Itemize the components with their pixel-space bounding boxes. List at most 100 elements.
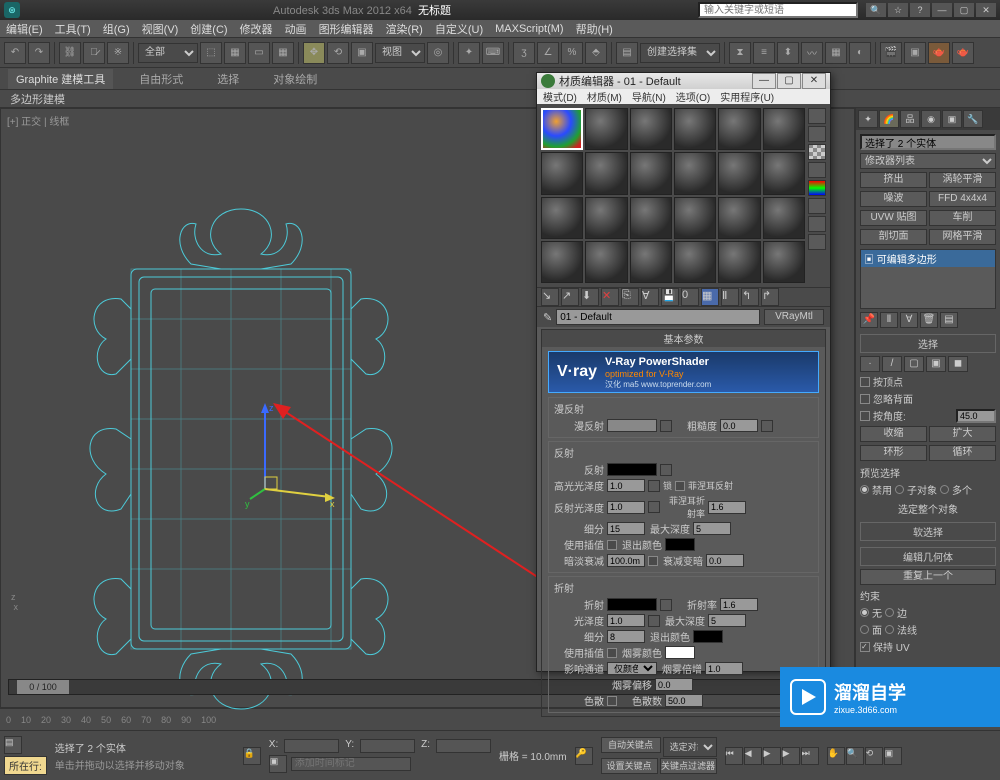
by-vertex-check[interactable] — [860, 377, 870, 387]
schematic-button[interactable]: ▦ — [825, 42, 847, 64]
rollout-selection[interactable]: 选择 — [860, 334, 996, 353]
refract-exit-swatch[interactable] — [693, 630, 723, 643]
percent-snap-button[interactable]: % — [561, 42, 583, 64]
ribbon-tab-freeform[interactable]: 自由形式 — [131, 69, 191, 89]
menu-edit[interactable]: 编辑(E) — [6, 21, 43, 37]
preserve-uv-check[interactable] — [860, 642, 870, 652]
dispersion-check[interactable] — [607, 696, 617, 706]
modifier-list-dropdown[interactable]: 修改器列表 — [860, 153, 996, 169]
named-selection-button[interactable]: ▤ — [616, 42, 638, 64]
highlight-gloss-spinner[interactable] — [607, 479, 645, 492]
setkey-button[interactable]: 设置关键点 — [601, 758, 658, 774]
mat-menu-options[interactable]: 选项(O) — [676, 89, 710, 104]
viewport-zoom-button[interactable]: 🔍 — [846, 747, 864, 765]
rollout-editgeo[interactable]: 编辑几何体 — [860, 547, 996, 566]
subobj-edge-button[interactable]: / — [882, 356, 902, 372]
material-slot-21[interactable] — [630, 241, 672, 283]
menu-modifiers[interactable]: 修改器 — [240, 21, 273, 37]
render-production-button[interactable]: 🫖 — [928, 42, 950, 64]
minimize-button[interactable]: — — [932, 3, 952, 17]
grow-button[interactable]: 扩大 — [929, 426, 996, 442]
material-slot-20[interactable] — [585, 241, 627, 283]
material-slot-18[interactable] — [763, 197, 805, 239]
refract-map-button[interactable] — [660, 599, 672, 611]
material-slot-5[interactable] — [718, 108, 760, 150]
material-slot-23[interactable] — [718, 241, 760, 283]
play-button[interactable]: ▶ — [763, 747, 781, 765]
reflect-interp-check[interactable] — [607, 540, 617, 550]
viewport-orbit-button[interactable]: ⟲ — [865, 747, 883, 765]
refract-color-swatch[interactable] — [607, 598, 657, 611]
material-name-input[interactable] — [556, 309, 760, 325]
mod-btn-noise[interactable]: 噪波 — [860, 191, 927, 207]
ribbon-tab-selection[interactable]: 选择 — [209, 69, 247, 89]
material-slot-6[interactable] — [763, 108, 805, 150]
select-move-button[interactable]: ✥ — [303, 42, 325, 64]
reflect-gloss-spinner[interactable] — [607, 501, 645, 514]
maximize-button[interactable]: ▢ — [954, 3, 974, 17]
key-mode-button[interactable]: 🔑 — [575, 747, 593, 765]
menu-animation[interactable]: 动画 — [285, 21, 307, 37]
search-submit-icon[interactable]: 🔍 — [866, 3, 886, 17]
redo-button[interactable]: ↷ — [28, 42, 50, 64]
go-parent-button[interactable]: ↰ — [741, 288, 759, 306]
pivot-center-button[interactable]: ◎ — [427, 42, 449, 64]
cp-tab-utilities[interactable]: 🔧 — [963, 110, 983, 128]
material-slot-4[interactable] — [674, 108, 716, 150]
stack-pin-button[interactable]: 📌 — [860, 312, 878, 328]
video-color-button[interactable] — [808, 180, 826, 196]
diffuse-map-button[interactable] — [660, 420, 672, 432]
affect-channels-dropdown[interactable]: 仅颜色 — [607, 662, 657, 675]
reflect-subdiv-spinner[interactable] — [607, 522, 645, 535]
rendered-frame-button[interactable]: ▣ — [904, 42, 926, 64]
menu-create[interactable]: 创建(C) — [190, 21, 227, 37]
pick-material-icon[interactable]: ✎ — [543, 311, 552, 324]
get-material-button[interactable]: ↘ — [541, 288, 559, 306]
refract-maxdepth-spinner[interactable] — [708, 614, 746, 627]
material-slot-19[interactable] — [541, 241, 583, 283]
layers-button[interactable]: ⬍ — [777, 42, 799, 64]
refract-subdiv-spinner[interactable] — [607, 630, 645, 643]
cp-tab-hierarchy[interactable]: 品 — [900, 110, 920, 128]
mat-menu-nav[interactable]: 导航(N) — [632, 89, 666, 104]
material-slot-11[interactable] — [718, 152, 760, 194]
menu-grapheditors[interactable]: 图形编辑器 — [319, 21, 374, 37]
material-slot-24[interactable] — [763, 241, 805, 283]
shrink-button[interactable]: 收缩 — [860, 426, 927, 442]
reflect-color-swatch[interactable] — [607, 463, 657, 476]
time-tag-input[interactable] — [291, 757, 411, 771]
isolate-button[interactable]: ▣ — [269, 755, 287, 773]
angle-snap-button[interactable]: ∠ — [537, 42, 559, 64]
viewport-max-button[interactable]: ▣ — [884, 747, 902, 765]
material-slot-9[interactable] — [630, 152, 672, 194]
transform-y-input[interactable] — [360, 739, 415, 753]
keyfilter-sel-dropdown[interactable]: 选定对象 — [663, 737, 717, 757]
material-slot-14[interactable] — [585, 197, 627, 239]
material-slot-12[interactable] — [763, 152, 805, 194]
mod-btn-extrude[interactable]: 挤出 — [860, 172, 927, 188]
ribbon-tab-paint[interactable]: 对象绘制 — [265, 69, 325, 89]
reflect-exit-swatch[interactable] — [665, 538, 695, 551]
unlink-button[interactable]: ⛓̷ — [83, 42, 105, 64]
goto-start-button[interactable]: ⏮ — [725, 747, 743, 765]
select-by-mat-button[interactable] — [808, 216, 826, 232]
mat-menu-material[interactable]: 材质(M) — [587, 89, 622, 104]
dim-falloff-spinner[interactable] — [706, 554, 744, 567]
mat-minimize-button[interactable]: — — [752, 73, 776, 89]
modifier-stack[interactable]: ▣ 可编辑多边形 — [860, 249, 996, 309]
material-id-button[interactable]: 0 — [681, 288, 699, 306]
by-angle-spinner[interactable] — [956, 409, 996, 423]
bind-spacewarp-button[interactable]: ※ — [107, 42, 129, 64]
ring-button[interactable]: 环形 — [860, 445, 927, 461]
roughness-map-button[interactable] — [761, 420, 773, 432]
mat-menu-mode[interactable]: 模式(D) — [543, 89, 577, 104]
mod-btn-turbosmooth[interactable]: 涡轮平滑 — [929, 172, 996, 188]
undo-button[interactable]: ↶ — [4, 42, 26, 64]
stack-item-epoly[interactable]: ▣ 可编辑多边形 — [861, 250, 995, 267]
link-button[interactable]: ⛓ — [59, 42, 81, 64]
diffuse-color-swatch[interactable] — [607, 419, 657, 432]
material-map-nav-button[interactable] — [808, 234, 826, 250]
select-scale-button[interactable]: ▣ — [351, 42, 373, 64]
options-button[interactable] — [808, 198, 826, 214]
go-forward-button[interactable]: ↱ — [761, 288, 779, 306]
